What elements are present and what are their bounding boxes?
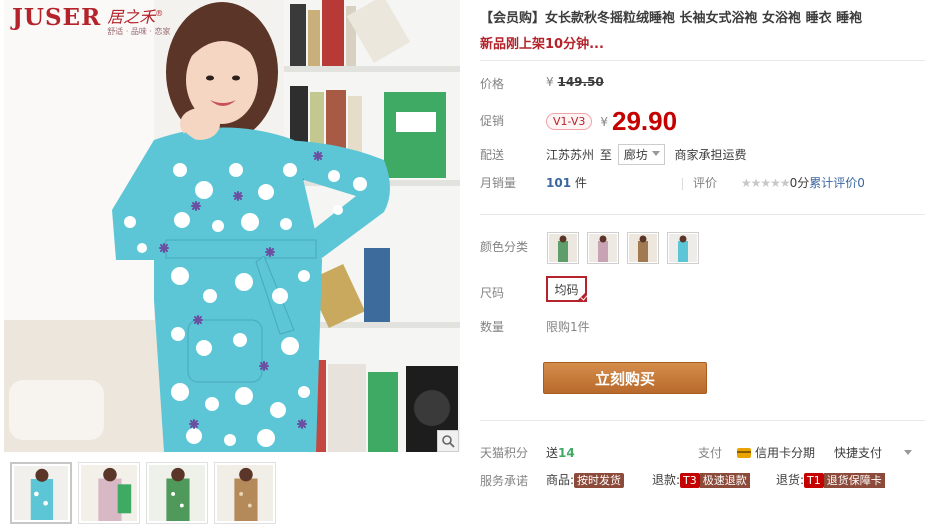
credit-installment[interactable]: 信用卡分期 (737, 444, 815, 461)
thumbnail-3[interactable] (146, 462, 208, 524)
zoom-icon[interactable] (437, 430, 459, 452)
service-label: 服务承诺 (480, 474, 529, 488)
size-label: 尺码 (480, 286, 505, 300)
promo-price: 29.90 (612, 106, 678, 136)
promo-label: 促销 (480, 114, 505, 128)
thumbnail-1[interactable] (10, 462, 72, 524)
divider (480, 214, 925, 215)
color-swatch-brown[interactable] (627, 232, 659, 264)
brand-slogan: 舒适 · 品味 · 恋家 (107, 27, 171, 37)
color-swatch-blue[interactable] (667, 232, 699, 264)
divider (480, 420, 925, 421)
dropdown-caret-icon (651, 151, 660, 156)
thumbnail-strip (10, 462, 276, 524)
divider (480, 60, 925, 61)
pay-label: 支付 (698, 446, 723, 460)
quantity-label: 数量 (480, 320, 505, 334)
brand-cn-name: 居之禾® (107, 7, 164, 27)
service-item-return[interactable]: 退货: T1 退货保障卡 (776, 471, 885, 488)
chevron-down-icon[interactable] (904, 450, 912, 455)
quantity-limit: 限购1件 (546, 320, 590, 334)
main-product-image[interactable]: JUSER 居之禾® 舒适 · 品味 · 恋家 (4, 0, 460, 452)
color-swatch-teal[interactable] (547, 232, 579, 264)
product-title: 【会员购】女长款秋冬摇粒绒睡袍 长袖女式浴袍 女浴袍 睡衣 睡袍 (480, 11, 863, 26)
total-reviews-link[interactable]: 累计评价0 (809, 176, 865, 190)
promo-price-row: V1-V3 ¥ 29.90 (546, 106, 677, 137)
points-label: 天猫积分 (480, 446, 529, 460)
points-value: 送14 (546, 446, 575, 460)
price-label: 价格 (480, 77, 505, 91)
buy-now-button[interactable]: 立刻购买 (543, 362, 707, 394)
original-price: ¥ 149.50 (546, 75, 604, 89)
product-photo (4, 0, 460, 452)
size-option-selected[interactable]: 均码 (546, 276, 587, 302)
shipping-label: 配送 (480, 148, 505, 162)
monthly-sales: 101 件 (546, 176, 587, 190)
brand-logo: JUSER 居之禾® 舒适 · 品味 · 恋家 (12, 4, 170, 37)
fast-pay[interactable]: 快捷支付 (834, 444, 882, 461)
ship-from: 江苏苏州 (546, 148, 595, 162)
thumbnail-4[interactable] (214, 462, 276, 524)
product-subtitle: 新品刚上架10分钟... (480, 37, 604, 52)
monthly-sales-label: 月销量 (480, 176, 517, 190)
rating-block[interactable]: 评价 ★★★★★0分累计评价0 (682, 174, 865, 191)
service-item-shipping[interactable]: 商品: 按时发货 (546, 471, 625, 488)
credit-card-icon (737, 448, 751, 458)
member-level-badge: V1-V3 (546, 113, 593, 130)
service-item-refund[interactable]: 退款: T3 极速退款 (652, 471, 750, 488)
shipping-note: 商家承担运费 (674, 148, 747, 162)
brand-name: JUSER (12, 4, 102, 31)
color-label: 颜色分类 (480, 240, 529, 254)
shipping-row: 江苏苏州 至 廊坊 商家承担运费 (546, 144, 747, 165)
rating-stars-icon: ★★★★★ (740, 176, 791, 190)
destination-select[interactable]: 廊坊 (617, 144, 665, 165)
thumbnail-2[interactable] (78, 462, 140, 524)
color-swatch-pink[interactable] (587, 232, 619, 264)
